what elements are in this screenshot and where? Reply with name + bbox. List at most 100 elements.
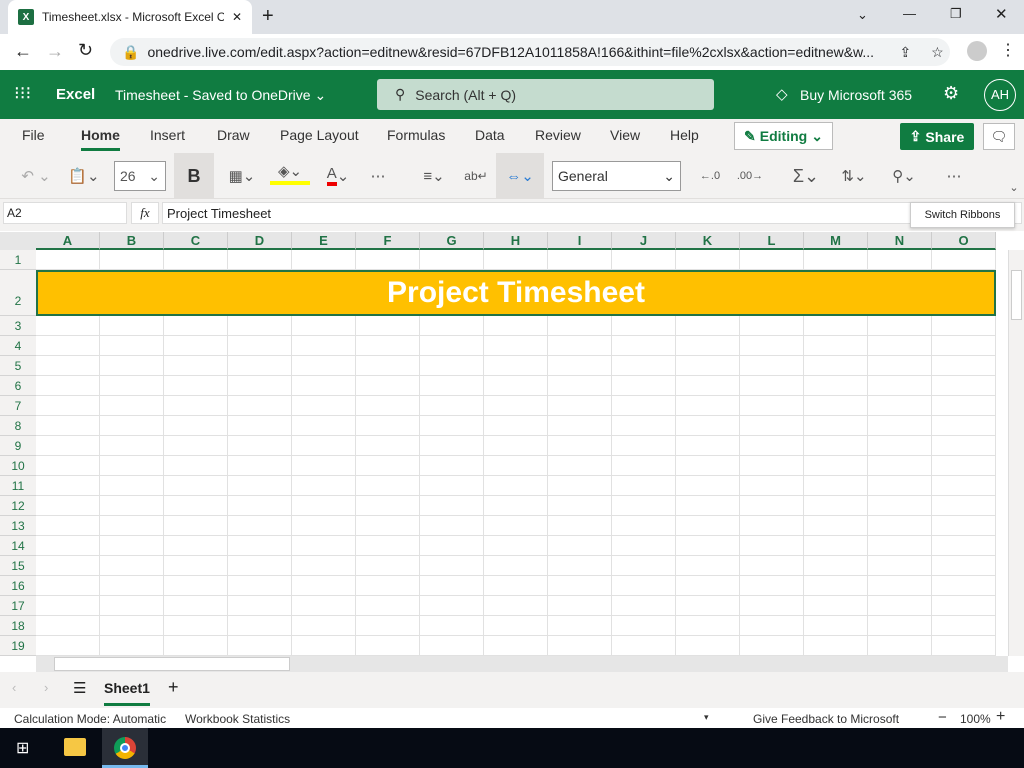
cell-M8[interactable]: [804, 416, 868, 436]
cell-K7[interactable]: [676, 396, 740, 416]
cell-G13[interactable]: [420, 516, 484, 536]
cell-O1[interactable]: [932, 250, 996, 270]
cell-L19[interactable]: [740, 636, 804, 656]
merge-center-icon[interactable]: ⇔⌄: [496, 153, 544, 199]
increase-decimal-icon[interactable]: ←.0: [696, 161, 724, 191]
cell-I7[interactable]: [548, 396, 612, 416]
cell-C12[interactable]: [164, 496, 228, 516]
cell-B19[interactable]: [100, 636, 164, 656]
cell-B16[interactable]: [100, 576, 164, 596]
row-header-10[interactable]: 10: [0, 456, 36, 476]
cell-N17[interactable]: [868, 596, 932, 616]
cell-K5[interactable]: [676, 356, 740, 376]
column-header-C[interactable]: C: [164, 232, 228, 250]
cell-D18[interactable]: [228, 616, 292, 636]
paste-icon[interactable]: 📋⌄: [64, 161, 104, 191]
tab-formulas[interactable]: Formulas: [387, 127, 445, 143]
cell-M3[interactable]: [804, 316, 868, 336]
cell-I14[interactable]: [548, 536, 612, 556]
formula-input[interactable]: Project Timesheet: [162, 202, 1022, 224]
cell-F8[interactable]: [356, 416, 420, 436]
number-format-select[interactable]: General ⌄: [552, 161, 681, 191]
cell-C10[interactable]: [164, 456, 228, 476]
cell-A2-merged-title[interactable]: Project Timesheet: [36, 270, 996, 316]
cell-K11[interactable]: [676, 476, 740, 496]
cell-N15[interactable]: [868, 556, 932, 576]
cell-G17[interactable]: [420, 596, 484, 616]
cell-M4[interactable]: [804, 336, 868, 356]
cell-M17[interactable]: [804, 596, 868, 616]
cell-B1[interactable]: [100, 250, 164, 270]
cell-J5[interactable]: [612, 356, 676, 376]
cell-F18[interactable]: [356, 616, 420, 636]
cell-J17[interactable]: [612, 596, 676, 616]
cell-K12[interactable]: [676, 496, 740, 516]
cell-O16[interactable]: [932, 576, 996, 596]
cell-M10[interactable]: [804, 456, 868, 476]
fill-color-icon[interactable]: ◈⌄: [270, 161, 310, 185]
add-sheet-icon[interactable]: +: [168, 677, 179, 698]
tab-page-layout[interactable]: Page Layout: [280, 127, 359, 143]
cell-K17[interactable]: [676, 596, 740, 616]
cell-B3[interactable]: [100, 316, 164, 336]
cell-O5[interactable]: [932, 356, 996, 376]
row-header-19[interactable]: 19: [0, 636, 36, 656]
cell-C8[interactable]: [164, 416, 228, 436]
cell-B6[interactable]: [100, 376, 164, 396]
restore-icon[interactable]: ❐: [950, 6, 962, 22]
cell-N7[interactable]: [868, 396, 932, 416]
cell-L13[interactable]: [740, 516, 804, 536]
cell-J19[interactable]: [612, 636, 676, 656]
cell-A9[interactable]: [36, 436, 100, 456]
cell-J9[interactable]: [612, 436, 676, 456]
cell-I3[interactable]: [548, 316, 612, 336]
row-header-6[interactable]: 6: [0, 376, 36, 396]
cell-O14[interactable]: [932, 536, 996, 556]
cell-B8[interactable]: [100, 416, 164, 436]
cell-D4[interactable]: [228, 336, 292, 356]
cell-O6[interactable]: [932, 376, 996, 396]
cell-K15[interactable]: [676, 556, 740, 576]
cell-F4[interactable]: [356, 336, 420, 356]
cell-O17[interactable]: [932, 596, 996, 616]
cell-H15[interactable]: [484, 556, 548, 576]
share-button[interactable]: ⇪ Share: [900, 123, 974, 150]
column-header-G[interactable]: G: [420, 232, 484, 250]
cell-O18[interactable]: [932, 616, 996, 636]
cell-E13[interactable]: [292, 516, 356, 536]
column-header-L[interactable]: L: [740, 232, 804, 250]
cell-H13[interactable]: [484, 516, 548, 536]
cell-M1[interactable]: [804, 250, 868, 270]
cell-C14[interactable]: [164, 536, 228, 556]
cell-C1[interactable]: [164, 250, 228, 270]
cell-A12[interactable]: [36, 496, 100, 516]
cell-A19[interactable]: [36, 636, 100, 656]
column-header-H[interactable]: H: [484, 232, 548, 250]
cell-A14[interactable]: [36, 536, 100, 556]
cell-J15[interactable]: [612, 556, 676, 576]
cell-I12[interactable]: [548, 496, 612, 516]
tab-review[interactable]: Review: [535, 127, 581, 143]
cell-I4[interactable]: [548, 336, 612, 356]
autosum-icon[interactable]: Σ⌄: [786, 161, 826, 191]
cell-C18[interactable]: [164, 616, 228, 636]
search-box[interactable]: ⚲ Search (Alt + Q): [377, 79, 714, 110]
column-header-D[interactable]: D: [228, 232, 292, 250]
cell-L9[interactable]: [740, 436, 804, 456]
cell-L6[interactable]: [740, 376, 804, 396]
cell-L5[interactable]: [740, 356, 804, 376]
cell-D9[interactable]: [228, 436, 292, 456]
cell-L10[interactable]: [740, 456, 804, 476]
cell-K8[interactable]: [676, 416, 740, 436]
cell-N8[interactable]: [868, 416, 932, 436]
column-header-E[interactable]: E: [292, 232, 356, 250]
cell-G11[interactable]: [420, 476, 484, 496]
cell-N18[interactable]: [868, 616, 932, 636]
cell-E7[interactable]: [292, 396, 356, 416]
cell-H18[interactable]: [484, 616, 548, 636]
cell-C7[interactable]: [164, 396, 228, 416]
switch-ribbons-chevron-icon[interactable]: ⌄: [1006, 179, 1022, 195]
cell-G3[interactable]: [420, 316, 484, 336]
cell-C19[interactable]: [164, 636, 228, 656]
cell-E10[interactable]: [292, 456, 356, 476]
